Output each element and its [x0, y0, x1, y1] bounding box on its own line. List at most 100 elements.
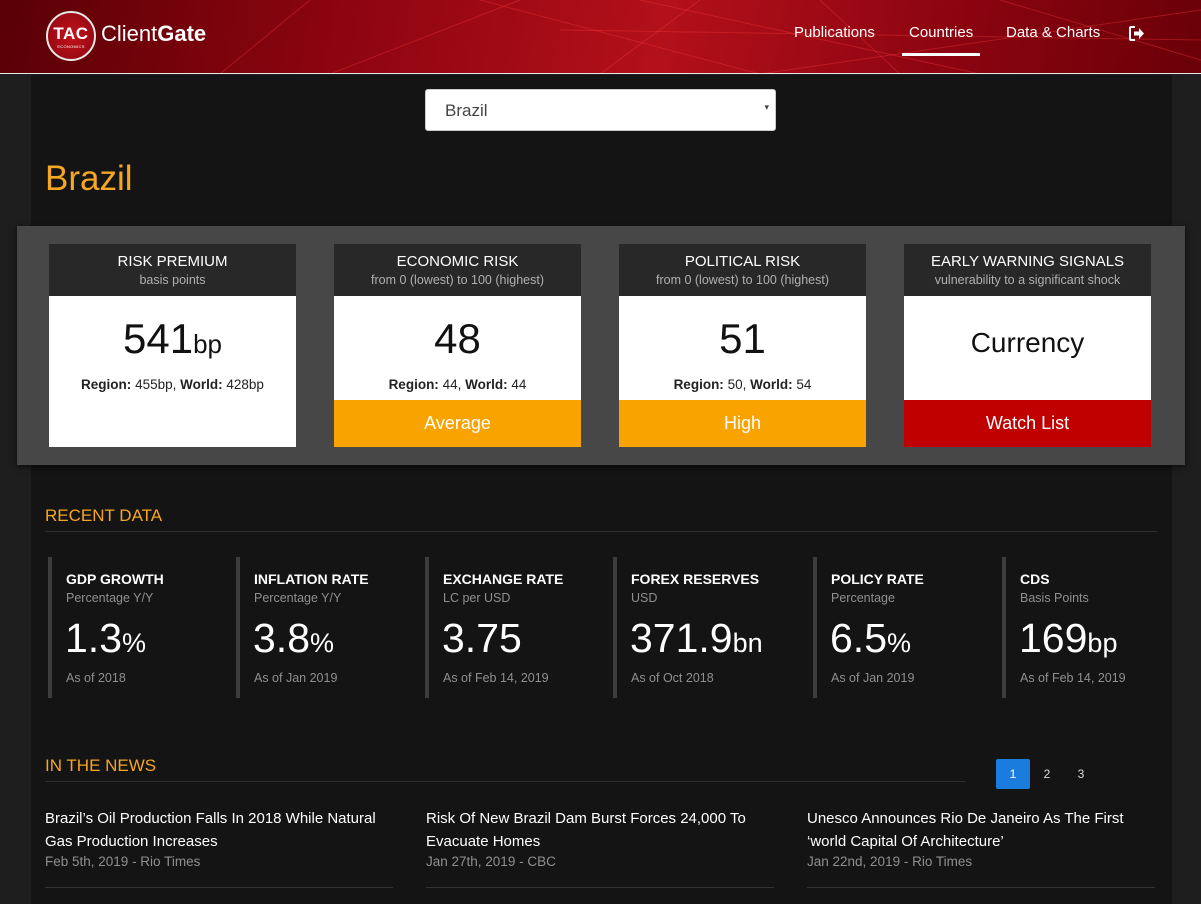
- news-title-link[interactable]: Brazil’s Oil Production Falls In 2018 Wh…: [45, 807, 393, 853]
- data-card-policy-rate: POLICY RATE Percentage 6.5% As of Jan 20…: [813, 557, 983, 698]
- data-title: EXCHANGE RATE: [443, 571, 564, 587]
- status-badge: Average: [334, 400, 581, 447]
- country-title: Brazil: [45, 159, 133, 198]
- card-title: POLITICAL RISK: [684, 253, 801, 270]
- brand-name[interactable]: ClientGate: [101, 21, 206, 47]
- card-value: 51: [719, 315, 766, 362]
- news-title-link[interactable]: Risk Of New Brazil Dam Burst Forces 24,0…: [426, 807, 774, 853]
- section-divider: [45, 781, 965, 782]
- news-item[interactable]: Risk Of New Brazil Dam Burst Forces 24,0…: [426, 807, 774, 869]
- data-card-forex-reserves: FOREX RESERVES USD 371.9bn As of Oct 201…: [613, 557, 793, 698]
- card-subtitle: from 0 (lowest) to 100 (highest): [656, 273, 829, 287]
- data-card-exchange-rate: EXCHANGE RATE LC per USD 3.75 As of Feb …: [425, 557, 595, 698]
- news-title-link[interactable]: Unesco Announces Rio De Janeiro As The F…: [807, 807, 1155, 853]
- data-card-cds: CDS Basis Points 169bp As of Feb 14, 201…: [1002, 557, 1152, 698]
- risk-premium-card: RISK PREMIUM basis points 541bp Region: …: [49, 244, 296, 447]
- card-comparison: Region: 50, World: 54: [673, 377, 812, 392]
- data-card-gdp-growth: GDP GROWTH Percentage Y/Y 1.3% As of 201…: [48, 557, 218, 698]
- data-subtitle: Percentage: [831, 591, 895, 605]
- region-value: 50: [727, 377, 743, 392]
- card-header: POLITICAL RISK from 0 (lowest) to 100 (h…: [619, 244, 866, 296]
- value-number: 3.75: [442, 615, 522, 661]
- data-title: CDS: [1020, 571, 1050, 587]
- data-subtitle: Percentage Y/Y: [254, 591, 342, 605]
- logo-text: TAC: [53, 24, 89, 43]
- card-subtitle: vulnerability to a significant shock: [934, 273, 1121, 287]
- brand-bold: Gate: [157, 21, 207, 46]
- world-value: 54: [796, 377, 812, 392]
- world-label: World:: [465, 377, 508, 392]
- nav-data-charts[interactable]: Data & Charts: [1006, 24, 1100, 41]
- value-number: 6.5: [830, 615, 887, 661]
- card-value: 48: [434, 315, 481, 362]
- top-header: TAC ECONOMICS ClientGate Publications Co…: [0, 0, 1201, 74]
- data-value: 3.75: [442, 615, 522, 662]
- world-value: 44: [511, 377, 527, 392]
- card-comparison: Region: 44, World: 44: [388, 377, 527, 392]
- pagination-page-3[interactable]: 3: [1064, 759, 1098, 789]
- news-item[interactable]: Brazil’s Oil Production Falls In 2018 Wh…: [45, 807, 393, 869]
- pagination-page-2[interactable]: 2: [1030, 759, 1064, 789]
- logo-subtext: ECONOMICS: [57, 44, 85, 49]
- value-number: 169: [1019, 615, 1088, 661]
- data-date: As of Jan 2019: [254, 671, 338, 685]
- brand-light: Client: [101, 21, 158, 46]
- world-label: World:: [750, 377, 793, 392]
- value-unit: %: [310, 628, 335, 658]
- data-title: INFLATION RATE: [254, 571, 369, 587]
- news-divider: [426, 887, 774, 888]
- value-unit: bp: [1087, 628, 1118, 658]
- card-title: RISK PREMIUM: [117, 253, 228, 270]
- region-label: Region:: [388, 377, 439, 392]
- data-subtitle: Basis Points: [1020, 591, 1089, 605]
- data-value: 6.5%: [830, 615, 911, 662]
- recent-data-heading: RECENT DATA: [45, 506, 163, 525]
- political-risk-card: POLITICAL RISK from 0 (lowest) to 100 (h…: [619, 244, 866, 447]
- card-header: RISK PREMIUM basis points: [49, 244, 296, 296]
- card-comparison: Region: 455bp, World: 428bp: [81, 377, 264, 392]
- news-divider: [807, 887, 1155, 888]
- nav-active-underline: [902, 53, 980, 56]
- region-label: Region:: [673, 377, 724, 392]
- data-value: 3.8%: [253, 615, 334, 662]
- nav-publications[interactable]: Publications: [794, 24, 875, 41]
- data-date: As of Feb 14, 2019: [443, 671, 549, 685]
- news-item[interactable]: Unesco Announces Rio De Janeiro As The F…: [807, 807, 1155, 869]
- dropdown-arrow-icon: ▾: [764, 102, 769, 112]
- data-title: POLICY RATE: [831, 571, 924, 587]
- news-meta: Jan 27th, 2019 - CBC: [426, 854, 556, 869]
- card-title: EARLY WARNING SIGNALS: [930, 253, 1125, 270]
- status-badge: High: [619, 400, 866, 447]
- value-unit: %: [887, 628, 912, 658]
- value-number: 371.9: [630, 615, 733, 661]
- value-unit: %: [122, 628, 147, 658]
- world-label: World:: [180, 377, 223, 392]
- value-number: 3.8: [253, 615, 310, 661]
- value-number: 541: [123, 315, 194, 362]
- card-subtitle: from 0 (lowest) to 100 (highest): [371, 273, 544, 287]
- card-header: ECONOMIC RISK from 0 (lowest) to 100 (hi…: [334, 244, 581, 296]
- country-select[interactable]: Brazil ▾: [425, 89, 776, 131]
- pagination-page-1[interactable]: 1: [996, 759, 1030, 789]
- world-value: 428bp: [226, 377, 264, 392]
- sign-out-icon[interactable]: [1129, 26, 1145, 41]
- data-date: As of Feb 14, 2019: [1020, 671, 1126, 685]
- data-date: As of Jan 2019: [831, 671, 915, 685]
- tac-logo[interactable]: TAC ECONOMICS: [46, 11, 96, 61]
- news-divider: [45, 887, 393, 888]
- economic-risk-card: ECONOMIC RISK from 0 (lowest) to 100 (hi…: [334, 244, 581, 447]
- nav-countries[interactable]: Countries: [909, 24, 973, 41]
- data-value: 1.3%: [65, 615, 146, 662]
- data-date: As of 2018: [66, 671, 126, 685]
- value-unit: bn: [732, 628, 763, 658]
- data-subtitle: USD: [631, 591, 658, 605]
- card-header: EARLY WARNING SIGNALS vulnerability to a…: [904, 244, 1151, 296]
- country-select-value: Brazil: [445, 101, 488, 120]
- region-value: 44: [442, 377, 458, 392]
- data-title: FOREX RESERVES: [631, 571, 760, 587]
- news-heading: IN THE NEWS: [45, 756, 157, 775]
- data-value: 169bp: [1019, 615, 1117, 662]
- card-subtitle: basis points: [139, 273, 206, 287]
- value-number: 1.3: [65, 615, 122, 661]
- card-title: ECONOMIC RISK: [396, 253, 519, 270]
